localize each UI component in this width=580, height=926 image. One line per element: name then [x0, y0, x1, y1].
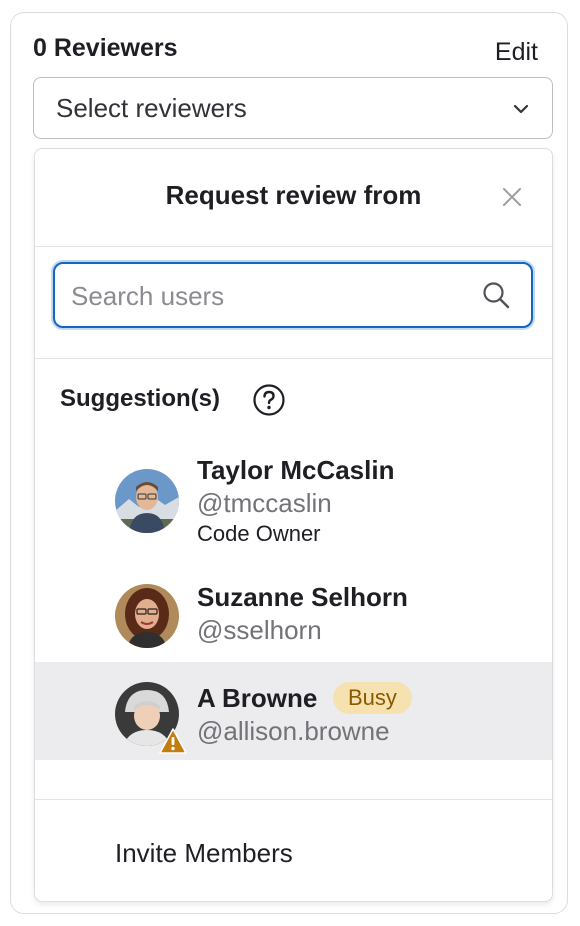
invite-members-button[interactable]: Invite Members: [115, 838, 293, 869]
dropdown-title: Request review from: [165, 180, 422, 210]
request-review-dropdown: Request review from Suggestion(s): [34, 148, 553, 902]
search-section: [35, 246, 552, 359]
user-handle: @tmccaslin: [197, 488, 332, 518]
help-icon[interactable]: [252, 383, 286, 417]
search-users-input[interactable]: [69, 274, 473, 318]
chevron-down-icon: [513, 104, 529, 114]
dropdown-header: Request review from: [35, 149, 552, 247]
select-reviewers-dropdown[interactable]: Select reviewers: [33, 77, 553, 139]
suggestion-user-row[interactable]: Suzanne Selhorn @sselhorn: [35, 574, 552, 654]
user-name: A Browne: [197, 683, 318, 713]
status-badge: Busy: [333, 682, 412, 714]
suggestions-label: Suggestion(s): [60, 385, 220, 412]
avatar: [115, 469, 179, 533]
edit-reviewers-link[interactable]: Edit: [495, 38, 538, 67]
search-box[interactable]: [53, 262, 533, 328]
user-name: Taylor McCaslin: [197, 455, 395, 485]
suggestion-user-row[interactable]: Taylor McCaslin @tmccaslin Code Owner: [35, 449, 552, 554]
avatar: [115, 584, 179, 648]
user-handle: @sselhorn: [197, 615, 322, 645]
select-reviewers-label: Select reviewers: [56, 93, 247, 123]
close-icon[interactable]: [500, 185, 524, 209]
user-handle: @allison.browne: [197, 716, 390, 746]
search-icon[interactable]: [481, 280, 511, 310]
suggestion-user-row[interactable]: A Browne Busy @allison.browne: [35, 662, 552, 760]
warning-icon: [159, 728, 187, 754]
user-name: Suzanne Selhorn: [197, 582, 408, 612]
dropdown-footer: Invite Members: [35, 799, 552, 901]
code-owner-label: Code Owner: [197, 521, 321, 546]
reviewers-count-title: 0 Reviewers: [33, 34, 178, 62]
